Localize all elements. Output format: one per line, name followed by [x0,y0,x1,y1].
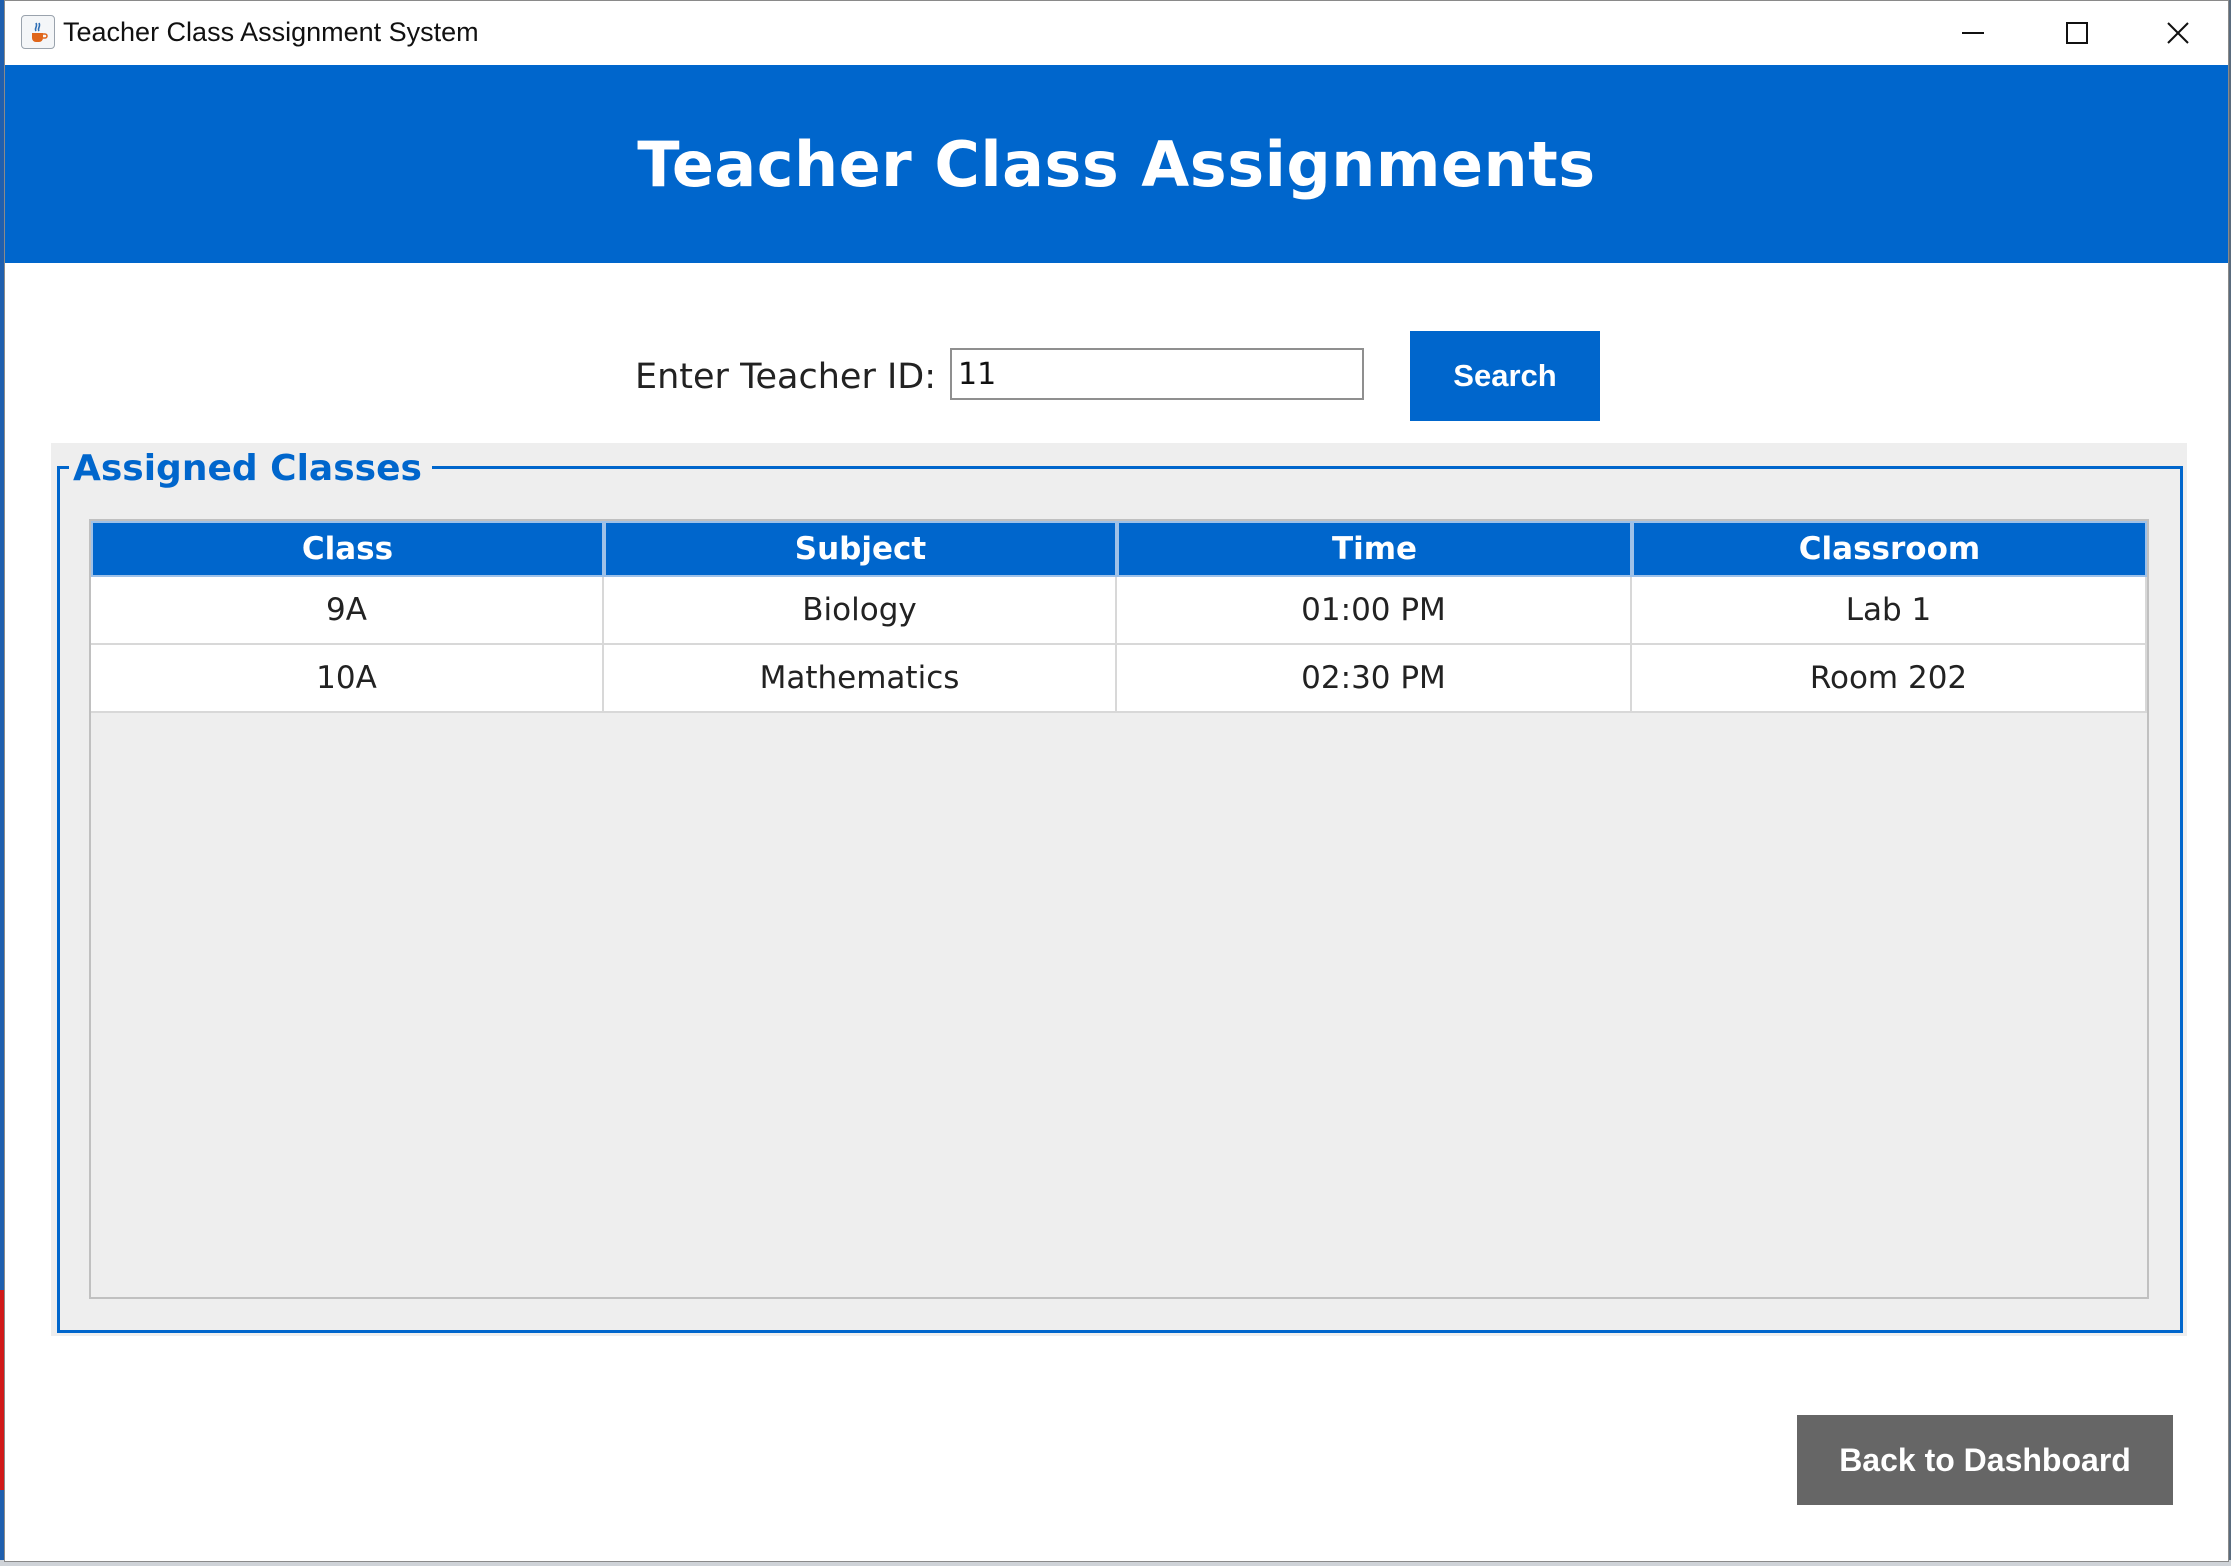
back-to-dashboard-button[interactable]: Back to Dashboard [1797,1415,2173,1505]
page-title: Teacher Class Assignments [637,127,1596,201]
app-window: Teacher Class Assignment System Teacher … [4,0,2229,1562]
window-title: Teacher Class Assignment System [63,17,479,47]
page-header: Teacher Class Assignments [5,65,2228,263]
table-row[interactable]: 10A Mathematics 02:30 PM Room 202 [91,645,2147,713]
column-header-classroom[interactable]: Classroom [1632,521,2147,577]
minimize-button[interactable] [1921,1,2025,65]
column-header-subject[interactable]: Subject [604,521,1117,577]
title-bar[interactable]: Teacher Class Assignment System [5,1,2228,65]
assigned-classes-title: Assigned Classes [69,448,432,489]
table-header: Class Subject Time Classroom [91,521,2147,577]
table-row[interactable]: 9A Biology 01:00 PM Lab 1 [91,577,2147,645]
java-cup-icon [21,15,55,49]
maximize-icon [2066,22,2088,44]
column-header-class[interactable]: Class [91,521,604,577]
close-button[interactable] [2126,1,2230,65]
cell-subject[interactable]: Mathematics [604,645,1117,713]
cell-class[interactable]: 10A [91,645,604,713]
teacher-id-label: Enter Teacher ID: [635,357,937,397]
cell-subject[interactable]: Biology [604,577,1117,645]
cell-time[interactable]: 02:30 PM [1117,645,1632,713]
column-header-time[interactable]: Time [1117,521,1632,577]
teacher-id-input[interactable] [950,348,1364,400]
search-button[interactable]: Search [1410,331,1600,421]
minimize-icon [1962,32,1984,34]
cell-time[interactable]: 01:00 PM [1117,577,1632,645]
close-icon [2167,22,2189,44]
cell-classroom[interactable]: Room 202 [1632,645,2147,713]
cell-class[interactable]: 9A [91,577,604,645]
cell-classroom[interactable]: Lab 1 [1632,577,2147,645]
classes-table[interactable]: Class Subject Time Classroom 9A Biology … [89,519,2149,1299]
maximize-button[interactable] [2025,1,2129,65]
